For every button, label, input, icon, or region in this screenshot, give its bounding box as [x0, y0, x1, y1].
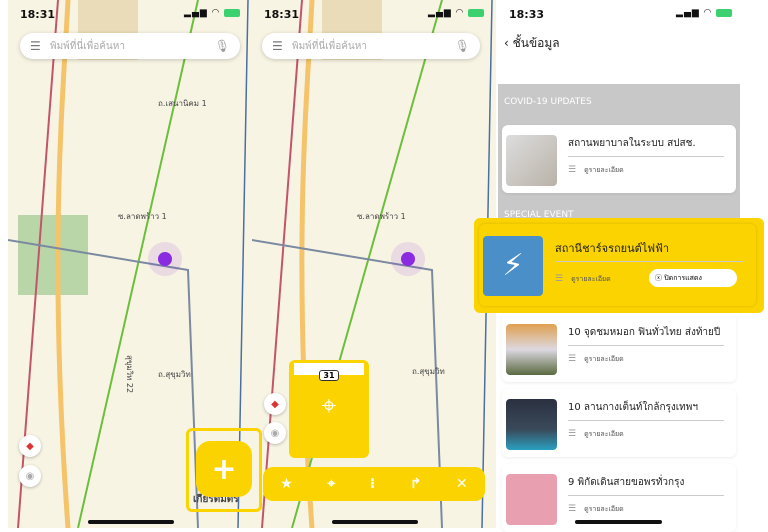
card-title: สถานีชาร์จรถยนต์ไฟฟ้า	[555, 242, 670, 255]
thumbnail	[506, 324, 557, 375]
thumbnail	[506, 399, 557, 450]
menu-icon[interactable]: ☰	[30, 39, 42, 53]
chevron-left-icon: ‹	[504, 36, 513, 50]
back-button[interactable]: ‹ ชั้นข้อมูล	[504, 34, 560, 53]
map-label-sukhumvit-22: สุขุมวิท 22	[125, 355, 134, 394]
locate-icon[interactable]: ◉	[19, 465, 41, 487]
home-indicator	[332, 520, 418, 524]
list-icon: ☰	[568, 504, 577, 514]
layers-screen: 18:33 ▂▄▆ ◠ ‹ ชั้นข้อมูล COVID-19 UPDATES…	[474, 0, 768, 532]
status-time: 18:33	[509, 8, 545, 21]
map-label: ถ.เสนานิคม 1	[158, 99, 207, 108]
map-toolbar: ★ ⌖ ⁝ ↱ ✕	[263, 467, 485, 501]
card-title: 10 จุดชมหมอก ฟินทั่วไทย ส่งท้ายปี	[568, 327, 721, 338]
compass-icon[interactable]: ◆	[264, 393, 286, 415]
search-bar[interactable]: ☰ พิมพ์ที่นี่เพื่อค้นหา 🎙	[262, 33, 480, 59]
turn-right-icon[interactable]: ↱	[410, 476, 422, 492]
home-indicator	[88, 520, 174, 524]
current-location-dot	[158, 252, 172, 266]
add-layer-button[interactable]: +	[196, 441, 252, 497]
microphone-icon[interactable]: 🎙	[455, 39, 470, 53]
traffic-light-icon[interactable]: ⁝	[370, 476, 375, 492]
road-shield: 31	[319, 370, 339, 381]
thumbnail	[506, 135, 557, 186]
list-icon: ☰	[568, 429, 577, 439]
details-link[interactable]: ดูรายละเอียด	[584, 355, 624, 363]
microphone-icon[interactable]: 🎙	[215, 39, 230, 53]
card-title: 10 ลานกางเต็นท์ใกล้กรุงเทพฯ	[568, 402, 698, 413]
plus-icon: +	[211, 451, 237, 487]
status-icons: ▂▄▆ ◠	[184, 8, 240, 21]
hide-label: ปิดการแสดง	[664, 274, 702, 282]
layer-card-ev-charging[interactable]: ⚡ สถานีชาร์จรถยนต์ไฟฟ้า ☰ ดูรายละเอียด ⓧ …	[479, 224, 756, 306]
layer-card[interactable]: 10 ลานกางเต็นท์ใกล้กรุงเทพฯ ☰ ดูรายละเอีย…	[502, 389, 736, 457]
list-icon: ☰	[568, 165, 577, 175]
compass-icon[interactable]: ◆	[19, 435, 41, 457]
layer-card[interactable]: 10 จุดชมหมอก ฟินทั่วไทย ส่งท้ายปี ☰ ดูราย…	[502, 314, 736, 382]
details-link[interactable]: ดูรายละเอียด	[584, 430, 624, 438]
hide-layer-button[interactable]: ⓧ ปิดการแสดง	[649, 269, 737, 287]
list-icon: ☰	[555, 274, 564, 284]
close-circle-icon: ⓧ	[655, 274, 665, 282]
close-icon[interactable]: ✕	[456, 476, 468, 492]
card-title: 9 พิกัดเดินสายขอพรทั่วกรุง	[568, 477, 685, 488]
card-title: สถานพยาบาลในระบบ สปสช.	[568, 138, 696, 149]
status-icons: ▂▄▆ ◠	[428, 8, 484, 21]
map-pin-icon[interactable]: ⌖	[327, 476, 335, 492]
layer-card[interactable]: สถานพยาบาลในระบบ สปสช. ☰ ดูรายละเอียด	[502, 125, 736, 193]
status-icons: ▂▄▆ ◠	[676, 8, 732, 21]
menu-icon[interactable]: ☰	[272, 39, 284, 53]
status-time: 18:31	[264, 8, 300, 21]
home-indicator	[575, 520, 662, 524]
bookmark-star-icon[interactable]: ★	[280, 476, 293, 492]
search-input[interactable]: พิมพ์ที่นี่เพื่อค้นหา	[50, 39, 125, 54]
current-location-dot	[401, 252, 415, 266]
details-link[interactable]: ดูรายละเอียด	[584, 166, 624, 174]
map-pin-icon: ⌖	[321, 391, 337, 421]
thumbnail	[506, 474, 557, 525]
map-label: ซ.ลาดพร้าว 1	[357, 212, 406, 221]
list-icon: ☰	[568, 354, 577, 364]
layers-button-highlight[interactable]: 31 ⌖	[289, 360, 369, 458]
search-bar[interactable]: ☰ พิมพ์ที่นี่เพื่อค้นหา 🎙	[20, 33, 240, 59]
search-input[interactable]: พิมพ์ที่นี่เพื่อค้นหา	[292, 39, 367, 54]
map-label: ซ.ลาดพร้าว 1	[118, 212, 167, 221]
map-label: ถ.สุขุมวิท	[412, 367, 445, 376]
map-label: ถ.สุขุมวิท	[158, 370, 191, 379]
lightning-icon: ⚡	[483, 236, 543, 296]
status-time: 18:31	[20, 8, 56, 21]
details-link[interactable]: ดูรายละเอียด	[571, 275, 611, 283]
page-title: ชั้นข้อมูล	[512, 36, 560, 50]
details-link[interactable]: ดูรายละเอียด	[584, 505, 624, 513]
locate-icon[interactable]: ◉	[264, 422, 286, 444]
